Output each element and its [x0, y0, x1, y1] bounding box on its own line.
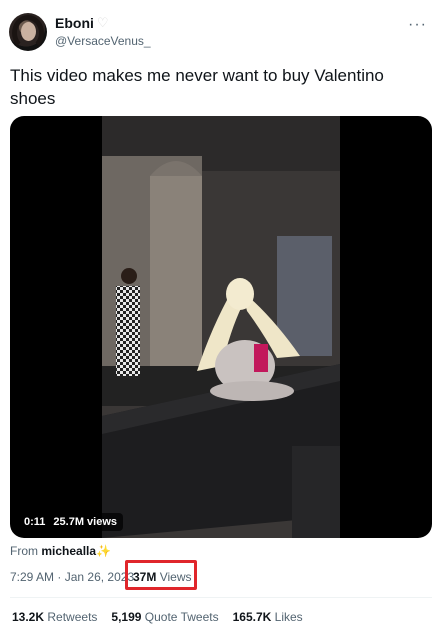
video-still [102, 116, 340, 538]
views-label: Views [159, 570, 192, 584]
video-player[interactable]: 0:11 25.7M views [10, 116, 432, 538]
heart-icon: ♡ [96, 15, 109, 30]
likes-count: 165.7K [232, 610, 272, 624]
more-options-icon[interactable]: ··· [408, 16, 427, 34]
likes-stat[interactable]: 165.7K Likes [233, 610, 303, 624]
avatar[interactable] [9, 13, 47, 51]
retweets-count: 13.2K [12, 610, 45, 624]
retweets-label: Retweets [47, 610, 98, 624]
tweet-date: Jan 26, 2023 [64, 570, 135, 584]
video-elapsed: 0:11 [24, 516, 46, 528]
views-count: 37M [133, 570, 157, 584]
quote-tweets-label: Quote Tweets [144, 610, 219, 624]
video-views: 25.7M views [53, 516, 118, 528]
retweets-stat[interactable]: 13.2K Retweets [12, 610, 97, 624]
attribution-source[interactable]: micheallа [41, 544, 96, 558]
avatar-face [21, 22, 36, 41]
meta-separator: · [57, 570, 62, 584]
likes-label: Likes [274, 610, 303, 624]
user-handle[interactable]: @VersaceVenus_ [55, 34, 151, 48]
display-name-text: Eboni [55, 15, 94, 31]
tweet-time: 7:29 AM [10, 570, 55, 584]
attribution-prefix: From [10, 544, 38, 558]
engagement-stats: 13.2K Retweets 5,199 Quote Tweets 165.7K… [12, 610, 303, 624]
tweet-timestamp[interactable]: 7:29 AM · Jan 26, 2023 [10, 570, 134, 584]
divider [10, 597, 432, 598]
tweet-views: 37M Views [133, 570, 191, 584]
display-name[interactable]: Eboni ♡ [55, 15, 109, 31]
video-frame[interactable] [102, 116, 340, 538]
attribution: From micheallа✨ [10, 544, 111, 558]
quote-tweets-count: 5,199 [111, 610, 142, 624]
tweet-text: This video makes me never want to buy Va… [10, 66, 384, 108]
sparkle-icon: ✨ [96, 544, 111, 558]
video-overlay: 0:11 25.7M views [18, 513, 124, 531]
quote-tweets-stat[interactable]: 5,199 Quote Tweets [111, 610, 218, 624]
